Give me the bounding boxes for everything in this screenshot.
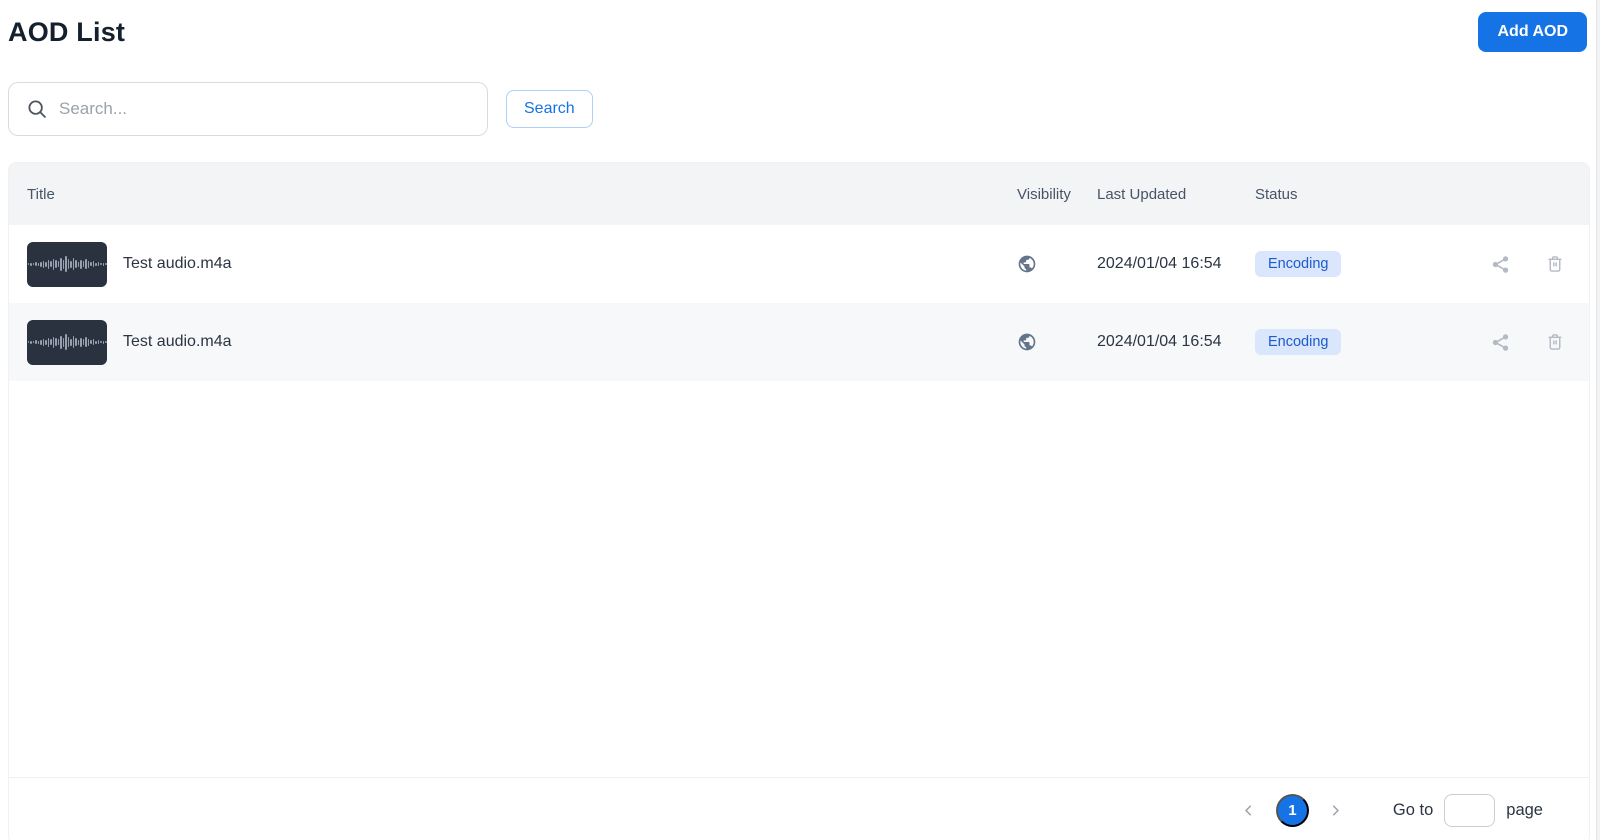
- column-header-title: Title: [27, 186, 1017, 203]
- magnifier-icon: [26, 98, 48, 120]
- status-badge: Encoding: [1255, 251, 1341, 278]
- share-icon: [1490, 332, 1511, 353]
- next-page-button[interactable]: [1323, 798, 1349, 824]
- pagination-bar: 1 Go to page: [9, 777, 1589, 840]
- table-row[interactable]: Test audio.m4a 2024/01/04 16:54 Encoding: [9, 303, 1589, 381]
- current-page-button[interactable]: 1: [1276, 794, 1309, 827]
- share-button[interactable]: [1490, 332, 1511, 353]
- table-header-row: Title Visibility Last Updated Status: [9, 163, 1589, 225]
- trash-icon: [1545, 254, 1565, 274]
- search-button[interactable]: Search: [506, 90, 593, 128]
- search-row: Search: [8, 82, 1600, 136]
- trash-icon: [1545, 332, 1565, 352]
- public-globe-icon: [1017, 332, 1037, 352]
- waveform-graphic: [28, 334, 107, 350]
- public-globe-icon: [1017, 254, 1037, 274]
- last-updated-value: 2024/01/04 16:54: [1097, 333, 1222, 350]
- waveform-graphic: [28, 256, 107, 272]
- audio-waveform-thumbnail: [27, 242, 107, 287]
- page-header: AOD List Add AOD: [0, 0, 1600, 52]
- previous-page-button[interactable]: [1236, 798, 1262, 824]
- aod-title: Test audio.m4a: [123, 333, 232, 351]
- search-box[interactable]: [8, 82, 488, 136]
- aod-table-card: Title Visibility Last Updated Status Tes…: [8, 162, 1590, 840]
- delete-button[interactable]: [1545, 332, 1565, 352]
- aod-title: Test audio.m4a: [123, 255, 232, 273]
- page-title: AOD List: [8, 17, 125, 48]
- delete-button[interactable]: [1545, 254, 1565, 274]
- add-aod-button[interactable]: Add AOD: [1478, 12, 1587, 52]
- last-updated-value: 2024/01/04 16:54: [1097, 255, 1222, 272]
- chevron-right-icon: [1327, 802, 1344, 819]
- goto-page-input[interactable]: [1444, 794, 1495, 827]
- vertical-scrollbar[interactable]: [1596, 0, 1600, 840]
- search-input[interactable]: [59, 99, 473, 119]
- share-icon: [1490, 254, 1511, 275]
- page-unit-label: page: [1506, 801, 1543, 820]
- status-badge: Encoding: [1255, 329, 1341, 356]
- chevron-left-icon: [1240, 802, 1257, 819]
- goto-label: Go to: [1393, 801, 1433, 820]
- column-header-visibility: Visibility: [1017, 186, 1097, 203]
- audio-waveform-thumbnail: [27, 320, 107, 365]
- share-button[interactable]: [1490, 254, 1511, 275]
- column-header-last-updated: Last Updated: [1097, 186, 1255, 203]
- column-header-status: Status: [1255, 186, 1425, 203]
- table-empty-area: [9, 381, 1589, 777]
- table-row[interactable]: Test audio.m4a 2024/01/04 16:54 Encoding: [9, 225, 1589, 303]
